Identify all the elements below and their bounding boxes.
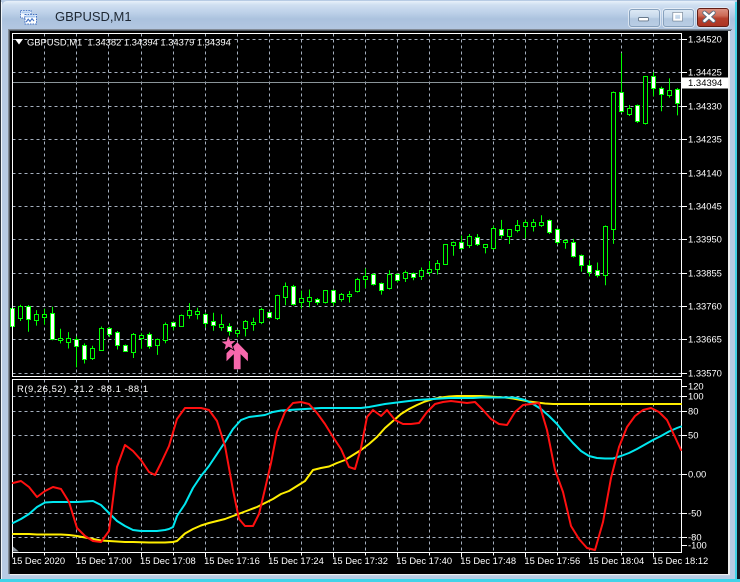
- svg-text:1.34045: 1.34045: [688, 201, 722, 212]
- svg-text:1.34330: 1.34330: [688, 101, 722, 112]
- svg-text:-50: -50: [688, 508, 702, 519]
- svg-text:1.34520: 1.34520: [688, 34, 722, 45]
- svg-text:50: 50: [688, 430, 698, 441]
- svg-text:-100: -100: [688, 540, 707, 551]
- svg-text:0.00: 0.00: [688, 469, 706, 480]
- svg-text:80: 80: [688, 406, 698, 417]
- svg-text:1.33665: 1.33665: [688, 334, 722, 345]
- svg-text:1.33855: 1.33855: [688, 268, 722, 279]
- svg-text:1.33570: 1.33570: [688, 368, 722, 379]
- svg-text:1.34235: 1.34235: [688, 134, 722, 145]
- svg-text:15 Dec 17:48: 15 Dec 17:48: [460, 555, 516, 566]
- svg-text:1.34425: 1.34425: [688, 67, 722, 78]
- svg-text:15 Dec 17:08: 15 Dec 17:08: [140, 555, 196, 566]
- svg-text:15 Dec 18:04: 15 Dec 18:04: [588, 555, 644, 566]
- svg-text:GBPUSD,M1 1.34382 1.34394 1.3: GBPUSD,M1 1.34382 1.34394 1.34379 1.3439…: [27, 37, 231, 48]
- svg-text:1.34140: 1.34140: [688, 168, 722, 179]
- svg-text:1.33760: 1.33760: [688, 301, 722, 312]
- svg-text:15 Dec 17:16: 15 Dec 17:16: [204, 555, 260, 566]
- svg-text:1.33950: 1.33950: [688, 234, 722, 245]
- svg-text:15 Dec 17:24: 15 Dec 17:24: [268, 555, 324, 566]
- svg-text:15 Dec 17:56: 15 Dec 17:56: [524, 555, 580, 566]
- svg-text:15 Dec 2020: 15 Dec 2020: [12, 555, 65, 566]
- svg-text:15 Dec 17:00: 15 Dec 17:00: [76, 555, 132, 566]
- svg-text:100: 100: [688, 391, 704, 402]
- svg-text:15 Dec 17:40: 15 Dec 17:40: [396, 555, 452, 566]
- svg-text:1.34394: 1.34394: [688, 78, 722, 89]
- svg-text:R(9,26,52) -21.2 -88.1 -88.1: R(9,26,52) -21.2 -88.1 -88.1: [17, 383, 149, 394]
- svg-text:15 Dec 18:12: 15 Dec 18:12: [653, 555, 709, 566]
- svg-text:15 Dec 17:32: 15 Dec 17:32: [332, 555, 388, 566]
